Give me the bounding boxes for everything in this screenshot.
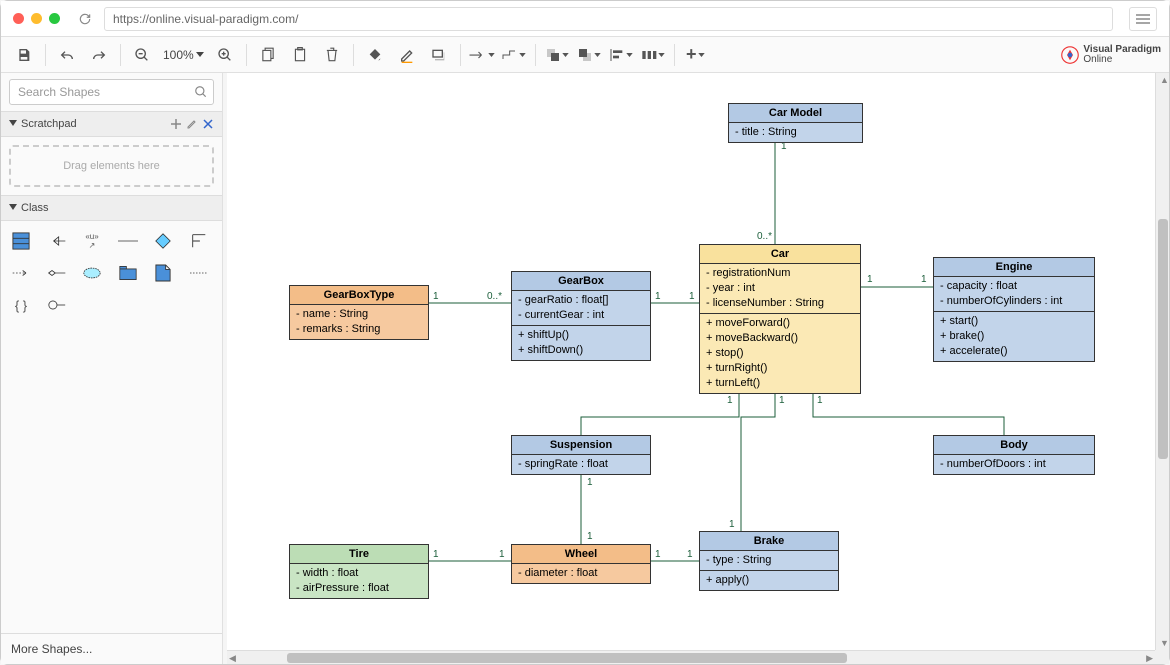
menu-button[interactable] xyxy=(1129,7,1157,31)
brand-logo[interactable]: Visual ParadigmOnline xyxy=(1061,45,1161,65)
class-carmodel[interactable]: Car Model - title : String xyxy=(728,103,863,143)
shape-interface[interactable] xyxy=(151,229,175,253)
line-color-button[interactable] xyxy=(392,40,422,70)
class-tire[interactable]: Tire - width : float - airPressure : flo… xyxy=(289,544,429,599)
diagram-canvas[interactable]: 1 0..* 1 1 0..* 1 1 1 1 1..* 1 xyxy=(239,77,1153,642)
class-gearboxtype[interactable]: GearBoxType - name : String - remarks : … xyxy=(289,285,429,340)
paste-button[interactable] xyxy=(285,40,315,70)
delete-button[interactable] xyxy=(317,40,347,70)
svg-text:1: 1 xyxy=(729,519,735,530)
undo-button[interactable] xyxy=(52,40,82,70)
shape-braces[interactable]: { } xyxy=(9,293,33,317)
scroll-corner xyxy=(1155,650,1169,664)
shape-lollipop[interactable] xyxy=(45,293,69,317)
more-shapes-link[interactable]: More Shapes... xyxy=(1,633,222,664)
close-window[interactable] xyxy=(13,13,24,24)
waypoint-button[interactable] xyxy=(499,40,529,70)
svg-text:1: 1 xyxy=(687,549,693,560)
sidebar: Scratchpad Drag elements here Class «u»↗… xyxy=(1,73,223,664)
shape-class[interactable] xyxy=(9,229,33,253)
redo-button[interactable] xyxy=(84,40,114,70)
scrollbar-thumb-v[interactable] xyxy=(1158,219,1168,459)
svg-text:1: 1 xyxy=(587,477,593,488)
class-wheel[interactable]: Wheel - diameter : float xyxy=(511,544,651,584)
svg-text:1: 1 xyxy=(587,531,593,542)
zoom-level[interactable]: 100% xyxy=(159,48,208,62)
to-front-button[interactable] xyxy=(542,40,572,70)
scrollbar-thumb-h[interactable] xyxy=(287,653,847,663)
svg-text:1: 1 xyxy=(433,549,439,560)
shape-usage[interactable]: «u»↗ xyxy=(80,229,104,253)
zoom-in-button[interactable] xyxy=(210,40,240,70)
main-area: Scratchpad Drag elements here Class «u»↗… xyxy=(1,73,1169,664)
search-icon xyxy=(194,85,208,99)
class-brake[interactable]: Brake - type : String + apply() xyxy=(699,531,839,591)
align-button[interactable] xyxy=(606,40,636,70)
shape-generalization[interactable] xyxy=(45,229,69,253)
edit-scratchpad-icon[interactable] xyxy=(186,118,198,130)
class-engine[interactable]: Engine - capacity : float - numberOfCyli… xyxy=(933,257,1095,362)
save-button[interactable] xyxy=(9,40,39,70)
svg-text:1: 1 xyxy=(655,549,661,560)
shape-association[interactable] xyxy=(116,229,140,253)
maximize-window[interactable] xyxy=(49,13,60,24)
close-scratchpad-icon[interactable] xyxy=(202,118,214,130)
svg-text:1: 1 xyxy=(921,274,927,285)
shape-palette: «u»↗ { } xyxy=(1,221,222,325)
scratchpad-panel-header[interactable]: Scratchpad xyxy=(1,111,222,137)
shadow-button[interactable] xyxy=(424,40,454,70)
scratchpad-dropzone[interactable]: Drag elements here xyxy=(9,145,214,187)
reload-icon[interactable] xyxy=(78,12,92,26)
class-car[interactable]: Car - registrationNum - year : int - lic… xyxy=(699,244,861,394)
browser-bar: https://online.visual-paradigm.com/ xyxy=(1,1,1169,37)
collapse-icon xyxy=(9,120,17,128)
class-gearbox[interactable]: GearBox - gearRatio : float[] - currentG… xyxy=(511,271,651,361)
shape-note[interactable] xyxy=(151,261,175,285)
copy-button[interactable] xyxy=(253,40,283,70)
zoom-out-button[interactable] xyxy=(127,40,157,70)
fill-color-button[interactable] xyxy=(360,40,390,70)
svg-text:1: 1 xyxy=(689,291,695,302)
shape-realization[interactable] xyxy=(187,229,211,253)
svg-text:1: 1 xyxy=(433,291,439,302)
connection-button[interactable] xyxy=(467,40,497,70)
add-button[interactable]: + xyxy=(681,40,711,70)
svg-text:1: 1 xyxy=(655,291,661,302)
class-suspension[interactable]: Suspension - springRate : float xyxy=(511,435,651,475)
shape-package[interactable] xyxy=(116,261,140,285)
svg-text:0..*: 0..* xyxy=(487,291,502,302)
distribute-button[interactable] xyxy=(638,40,668,70)
svg-text:1: 1 xyxy=(727,395,733,406)
svg-text:1: 1 xyxy=(499,549,505,560)
url-bar[interactable]: https://online.visual-paradigm.com/ xyxy=(104,7,1113,31)
collapse-icon xyxy=(9,204,17,212)
add-scratchpad-icon[interactable] xyxy=(170,118,182,130)
class-panel-header[interactable]: Class xyxy=(1,195,222,221)
to-back-button[interactable] xyxy=(574,40,604,70)
shape-constraint[interactable] xyxy=(187,261,211,285)
shape-collaboration[interactable] xyxy=(80,261,104,285)
svg-text:1: 1 xyxy=(867,274,873,285)
window-controls xyxy=(13,13,60,24)
svg-text:0..*: 0..* xyxy=(757,231,772,242)
minimize-window[interactable] xyxy=(31,13,42,24)
scrollbar-vertical[interactable]: ▲ ▼ xyxy=(1155,73,1169,650)
shape-dependency[interactable] xyxy=(9,261,33,285)
shape-aggregation[interactable] xyxy=(45,261,69,285)
toolbar: 100% + Visual ParadigmOnline xyxy=(1,37,1169,73)
class-body[interactable]: Body - numberOfDoors : int xyxy=(933,435,1095,475)
canvas-area[interactable]: 1 0..* 1 1 0..* 1 1 1 1 1..* 1 xyxy=(227,73,1169,664)
url-text: https://online.visual-paradigm.com/ xyxy=(113,12,298,26)
search-input[interactable] xyxy=(9,79,214,105)
scrollbar-horizontal[interactable]: ◀ ▶ xyxy=(227,650,1155,664)
svg-text:1: 1 xyxy=(779,395,785,406)
svg-text:1: 1 xyxy=(817,395,823,406)
